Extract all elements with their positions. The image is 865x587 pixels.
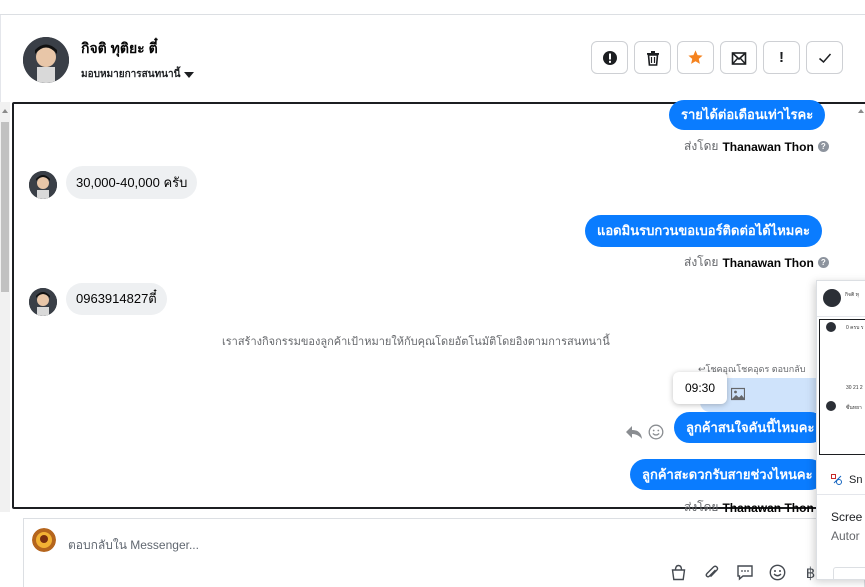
follow-up-button[interactable] (677, 41, 714, 74)
composer-actions: ฿ (669, 563, 820, 582)
alert-circle-icon (602, 50, 617, 65)
contact-name[interactable]: กิจติ ทุติยะ ตี๋ (81, 38, 158, 60)
notification-title: Scree (831, 510, 863, 524)
message-input[interactable]: ตอบกลับใน Messenger... (68, 536, 199, 555)
incoming-message[interactable]: 0963914827ตี๋ (66, 283, 167, 315)
sender-name[interactable]: Thanawan Thon (722, 140, 813, 154)
delete-button[interactable] (634, 41, 671, 74)
contact-avatar[interactable] (23, 37, 69, 83)
exclamation-icon: ! (779, 49, 784, 66)
incoming-message[interactable]: 30,000-40,000 ครับ (66, 166, 198, 199)
priority-button[interactable]: ! (763, 41, 800, 74)
preview-text: 0 ครบ ร (846, 325, 864, 331)
mark-unread-button[interactable] (720, 41, 757, 74)
caret-down-icon (184, 71, 195, 78)
contact-avatar-small[interactable] (29, 288, 57, 316)
preview-avatar (823, 289, 841, 307)
sender-name[interactable]: Thanawan Thon (722, 501, 813, 515)
page-avatar (32, 528, 56, 552)
scroll-up-icon[interactable] (2, 109, 8, 113)
image-icon (731, 387, 745, 401)
scroll-up-icon[interactable] (858, 109, 864, 113)
notification-subtitle: Autor (831, 529, 860, 543)
help-icon[interactable]: ? (817, 257, 829, 268)
assign-label: มอบหมายการสนทนานี้ (81, 69, 181, 80)
sent-by-prefix: ส่งโดย (684, 139, 719, 153)
preview-thread: 0 ครบ ร 30 21 2 ซึ่นหยา (819, 319, 865, 455)
conversation-header: กิจติ ทุติยะ ตี๋ มอบหมายการสนทนานี้ ! (0, 15, 865, 102)
envelope-icon (731, 51, 746, 65)
help-icon[interactable]: ? (817, 141, 829, 152)
timestamp-tooltip: 09:30 (673, 372, 727, 404)
outgoing-message[interactable]: ลูกค้าสนใจคันนี้ไหมคะ (674, 412, 827, 443)
outgoing-message[interactable]: ลูกค้าสะดวกรับสายช่วงไหนคะ (630, 459, 825, 490)
star-icon (688, 50, 703, 64)
notification-action-button[interactable] (833, 567, 865, 579)
outgoing-message[interactable]: แอดมินรบกวนขอเบอร์ติดต่อได้ไหมคะ (585, 215, 823, 247)
assign-conversation-dropdown[interactable]: มอบหมายการสนทนานี้ (81, 67, 195, 82)
react-smile-icon[interactable] (648, 424, 664, 440)
sent-by-label: ส่งโดย Thanawan Thon ? (684, 137, 829, 156)
sent-by-label: ส่งโดย Thanawan Thon (684, 498, 814, 517)
bag-icon[interactable] (669, 563, 688, 582)
preview-avatar (826, 401, 836, 411)
scrollbar-thumb[interactable] (1, 122, 9, 292)
sent-by-prefix: ส่งโดย (684, 255, 719, 269)
snip-tool-label[interactable]: Sn (831, 474, 862, 486)
system-notice: เราสร้างกิจกรรมของลูกค้าเป้าหมายให้กับคุ… (222, 336, 610, 348)
conversation-toolbar: ! (591, 41, 843, 74)
done-button[interactable] (806, 41, 843, 74)
paperclip-icon[interactable] (702, 563, 721, 582)
reply-composer: ตอบกลับใน Messenger... ฿ (23, 518, 865, 587)
emoji-icon[interactable] (768, 563, 787, 582)
top-bar (0, 0, 865, 15)
sent-by-label: ส่งโดย Thanawan Thon ? (684, 253, 829, 272)
preview-text: ซึ่นหยา (846, 405, 862, 411)
preview-header: กิจติ ทุ (817, 281, 865, 317)
preview-title: กิจติ ทุ (845, 292, 859, 298)
trash-icon (646, 50, 659, 66)
divider (817, 494, 865, 495)
spam-button[interactable] (591, 41, 628, 74)
scrollbar[interactable] (0, 102, 10, 512)
preview-text: 30 21 2 (846, 385, 863, 391)
contact-avatar-small[interactable] (29, 171, 57, 199)
preview-avatar (826, 322, 836, 332)
sender-name[interactable]: Thanawan Thon (722, 256, 813, 270)
screenshot-preview-popup[interactable]: กิจติ ทุ 0 ครบ ร 30 21 2 ซึ่นหยา Sn Scre… (816, 280, 865, 580)
saved-reply-icon[interactable] (735, 563, 754, 582)
check-icon (818, 53, 831, 63)
snip-icon (831, 474, 842, 485)
snip-label: Sn (849, 474, 863, 486)
sent-by-prefix: ส่งโดย (684, 500, 719, 514)
reply-icon[interactable] (625, 424, 643, 440)
outgoing-message[interactable]: รายได้ต่อเดือนเท่าไรคะ (669, 100, 826, 130)
